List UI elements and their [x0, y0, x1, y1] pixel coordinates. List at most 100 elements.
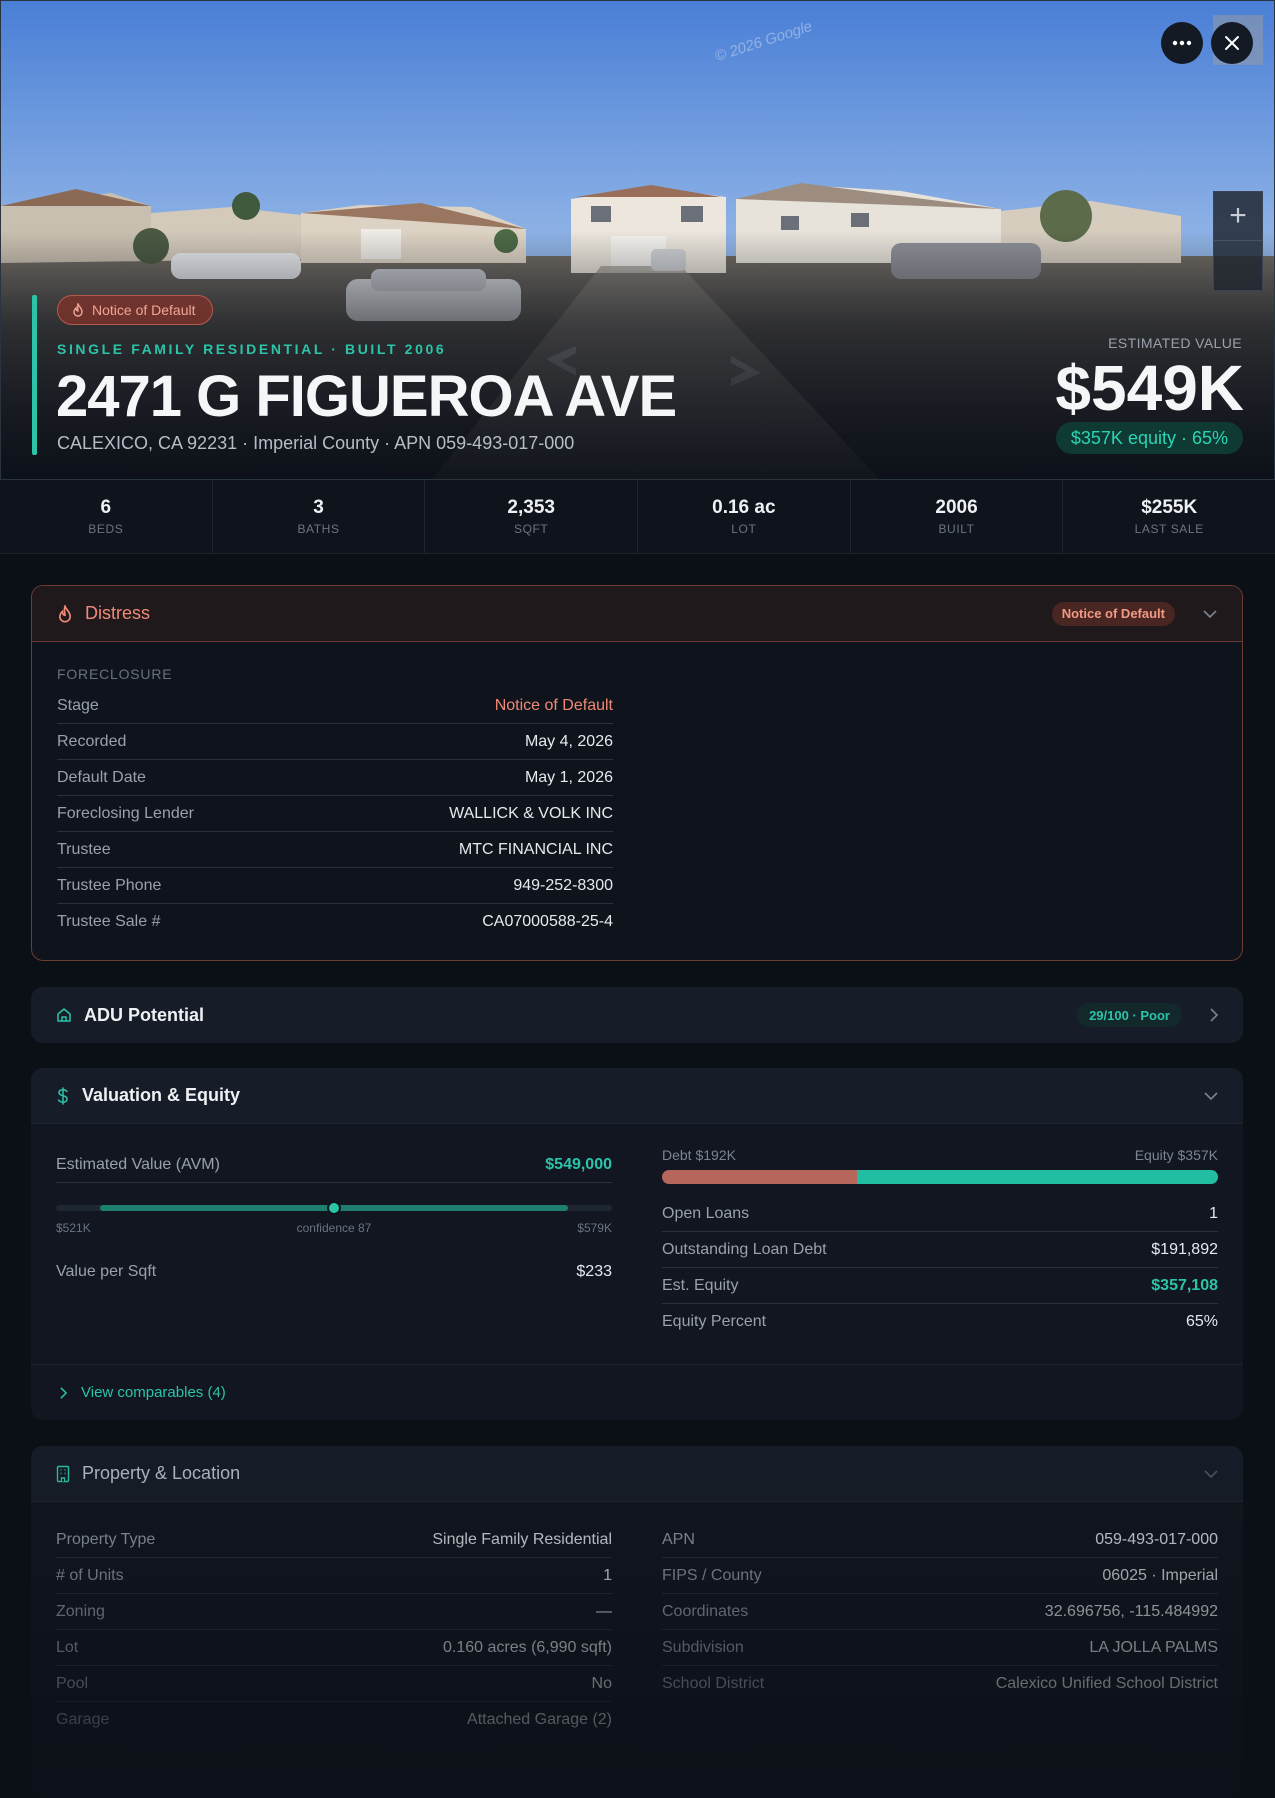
detail-row: Garage Attached Garage (2) [56, 1702, 612, 1738]
equity-segment [856, 1170, 1218, 1184]
view-comparables-link[interactable]: View comparables (4) [31, 1364, 1243, 1420]
detail-key: Trustee Phone [57, 876, 162, 894]
adu-title: ADU Potential [84, 1004, 205, 1025]
equity-panel: Debt $192K Equity $357K Open Loans 1 Outs… [662, 1147, 1218, 1340]
chevron-down-icon [1204, 1469, 1218, 1478]
detail-value: 0.160 acres (6,990 sqft) [443, 1638, 612, 1656]
detail-value: 65% [1185, 1313, 1218, 1330]
stat-beds: 6 BEDS [0, 480, 213, 553]
equity-details: Open Loans 1 Outstanding Loan Debt $191,89… [662, 1196, 1218, 1340]
detail-key: Stage [57, 696, 99, 714]
detail-key: Default Date [57, 768, 146, 786]
distress-card-header[interactable]: Distress Notice of Default [32, 586, 1242, 642]
property-details-right: APN 059-493-017-000 FIPS / County 06025 · … [662, 1522, 1218, 1702]
stat-value: 2006 [935, 497, 978, 518]
range-confidence: confidence 87 [296, 1221, 372, 1235]
foreclosure-details: Stage Notice of Default Recorded May 4, 20… [57, 688, 613, 940]
valuation-card-header[interactable]: Valuation & Equity [31, 1068, 1243, 1124]
detail-value: LA JOLLA PALMS [1089, 1638, 1218, 1656]
distress-title: Distress [85, 603, 151, 623]
stat-value: 3 [313, 497, 324, 518]
detail-row: FIPS / County 06025 · Imperial [662, 1558, 1218, 1594]
adu-score-badge: 29/100 · Poor [1077, 1003, 1182, 1027]
detail-row: Trustee Sale # CA07000588-25-4 [57, 904, 613, 940]
detail-value: Notice of Default [494, 696, 613, 714]
property-title: Property & Location [82, 1463, 241, 1483]
detail-row: Trustee MTC FINANCIAL INC [57, 832, 613, 868]
detail-key: Foreclosing Lender [57, 804, 194, 822]
detail-value: 1 [1209, 1204, 1218, 1222]
detail-value: Calexico Unified School District [995, 1675, 1218, 1692]
stats-bar: 6 BEDS 3 BATHS 2,353 SQFT 0.16 ac LOT 20… [0, 480, 1275, 554]
detail-value: Single Family Residential [432, 1530, 612, 1548]
detail-key: Trustee Sale # [57, 913, 161, 930]
adu-card-header[interactable]: ADU Potential 29/100 · Poor [31, 987, 1243, 1043]
detail-value: May 1, 2026 [524, 768, 613, 786]
adu-card[interactable]: ADU Potential 29/100 · Poor [31, 987, 1243, 1043]
detail-value: 1 [603, 1566, 612, 1584]
detail-value: CA07000588-25-4 [482, 913, 613, 930]
detail-row: Subdivision LA JOLLA PALMS [662, 1630, 1218, 1666]
detail-row: Trustee Phone 949-252-8300 [57, 868, 613, 904]
detail-row: Open Loans 1 [662, 1196, 1218, 1232]
detail-key: FIPS / County [662, 1566, 762, 1584]
home-icon [57, 1008, 71, 1022]
detail-value: $191,892 [1151, 1240, 1218, 1258]
range-low: $521K [56, 1221, 91, 1235]
building-icon [56, 1465, 70, 1482]
collapse-toggle[interactable] [1204, 1091, 1218, 1100]
zoom-control: + [1213, 191, 1263, 291]
avm-label: Estimated Value (AVM) [56, 1155, 220, 1173]
valuation-card: Valuation & Equity Estimated Value (AVM)… [31, 1068, 1243, 1420]
stat-lot: 0.16 ac LOT [638, 480, 851, 553]
zoom-in-button[interactable]: + [1214, 192, 1262, 241]
detail-key: Recorded [57, 732, 127, 750]
flame-icon [59, 604, 71, 622]
detail-row: Lot 0.160 acres (6,990 sqft) [56, 1630, 612, 1666]
avm-value: $549,000 [545, 1155, 612, 1173]
detail-value: $357,108 [1151, 1276, 1218, 1294]
detail-value: 059-493-017-000 [1095, 1530, 1218, 1548]
more-options-button[interactable] [1161, 22, 1203, 64]
detail-value: 949-252-8300 [513, 876, 613, 894]
stat-label: BATHS [297, 522, 340, 536]
detail-key: Open Loans [662, 1204, 750, 1222]
avm-range-labels: $521K confidence 87 $579K [56, 1221, 612, 1235]
dollar-icon [57, 1086, 68, 1105]
stat-baths: 3 BATHS [213, 480, 426, 553]
detail-row: Est. Equity $357,108 [662, 1268, 1218, 1304]
stat-value: 0.16 ac [712, 497, 776, 518]
collapse-toggle[interactable] [1204, 1469, 1218, 1478]
collapse-toggle[interactable] [1203, 609, 1217, 618]
debt-label: Debt $192K [662, 1147, 736, 1163]
range-high: $579K [577, 1221, 612, 1235]
vps-label: Value per Sqft [56, 1263, 157, 1280]
detail-value: No [591, 1674, 612, 1692]
property-card-header[interactable]: Property & Location [31, 1446, 1243, 1502]
detail-row: APN 059-493-017-000 [662, 1522, 1218, 1558]
property-address: 2471 G FIGUEROA AVE [56, 364, 677, 429]
detail-key: Zoning [56, 1602, 105, 1620]
vps-value: $233 [576, 1263, 612, 1280]
detail-key: Equity Percent [662, 1313, 767, 1330]
detail-row: Zoning — [56, 1594, 612, 1630]
property-details-left: Property Type Single Family Residential #… [56, 1522, 612, 1738]
close-button[interactable] [1211, 22, 1253, 64]
foreclosure-section-label: FORECLOSURE [57, 666, 173, 682]
zoom-out-button[interactable] [1214, 241, 1262, 290]
stat-label: SQFT [513, 522, 549, 536]
valuation-title: Valuation & Equity [82, 1085, 241, 1105]
detail-value: May 4, 2026 [524, 732, 613, 750]
close-icon [1225, 36, 1239, 50]
stat-built: 2006 BUILT [851, 480, 1064, 553]
detail-key: Outstanding Loan Debt [662, 1240, 827, 1258]
detail-key: Est. Equity [662, 1276, 739, 1294]
stat-value: $255K [1141, 497, 1198, 518]
detail-row: Equity Percent 65% [662, 1304, 1218, 1340]
stat-label: BEDS [88, 522, 124, 536]
detail-value: Attached Garage (2) [467, 1711, 612, 1728]
stat-label: BUILT [938, 522, 975, 536]
accent-bar [32, 295, 37, 455]
more-horizontal-icon [1172, 40, 1192, 46]
expand-toggle[interactable] [1210, 1008, 1218, 1022]
